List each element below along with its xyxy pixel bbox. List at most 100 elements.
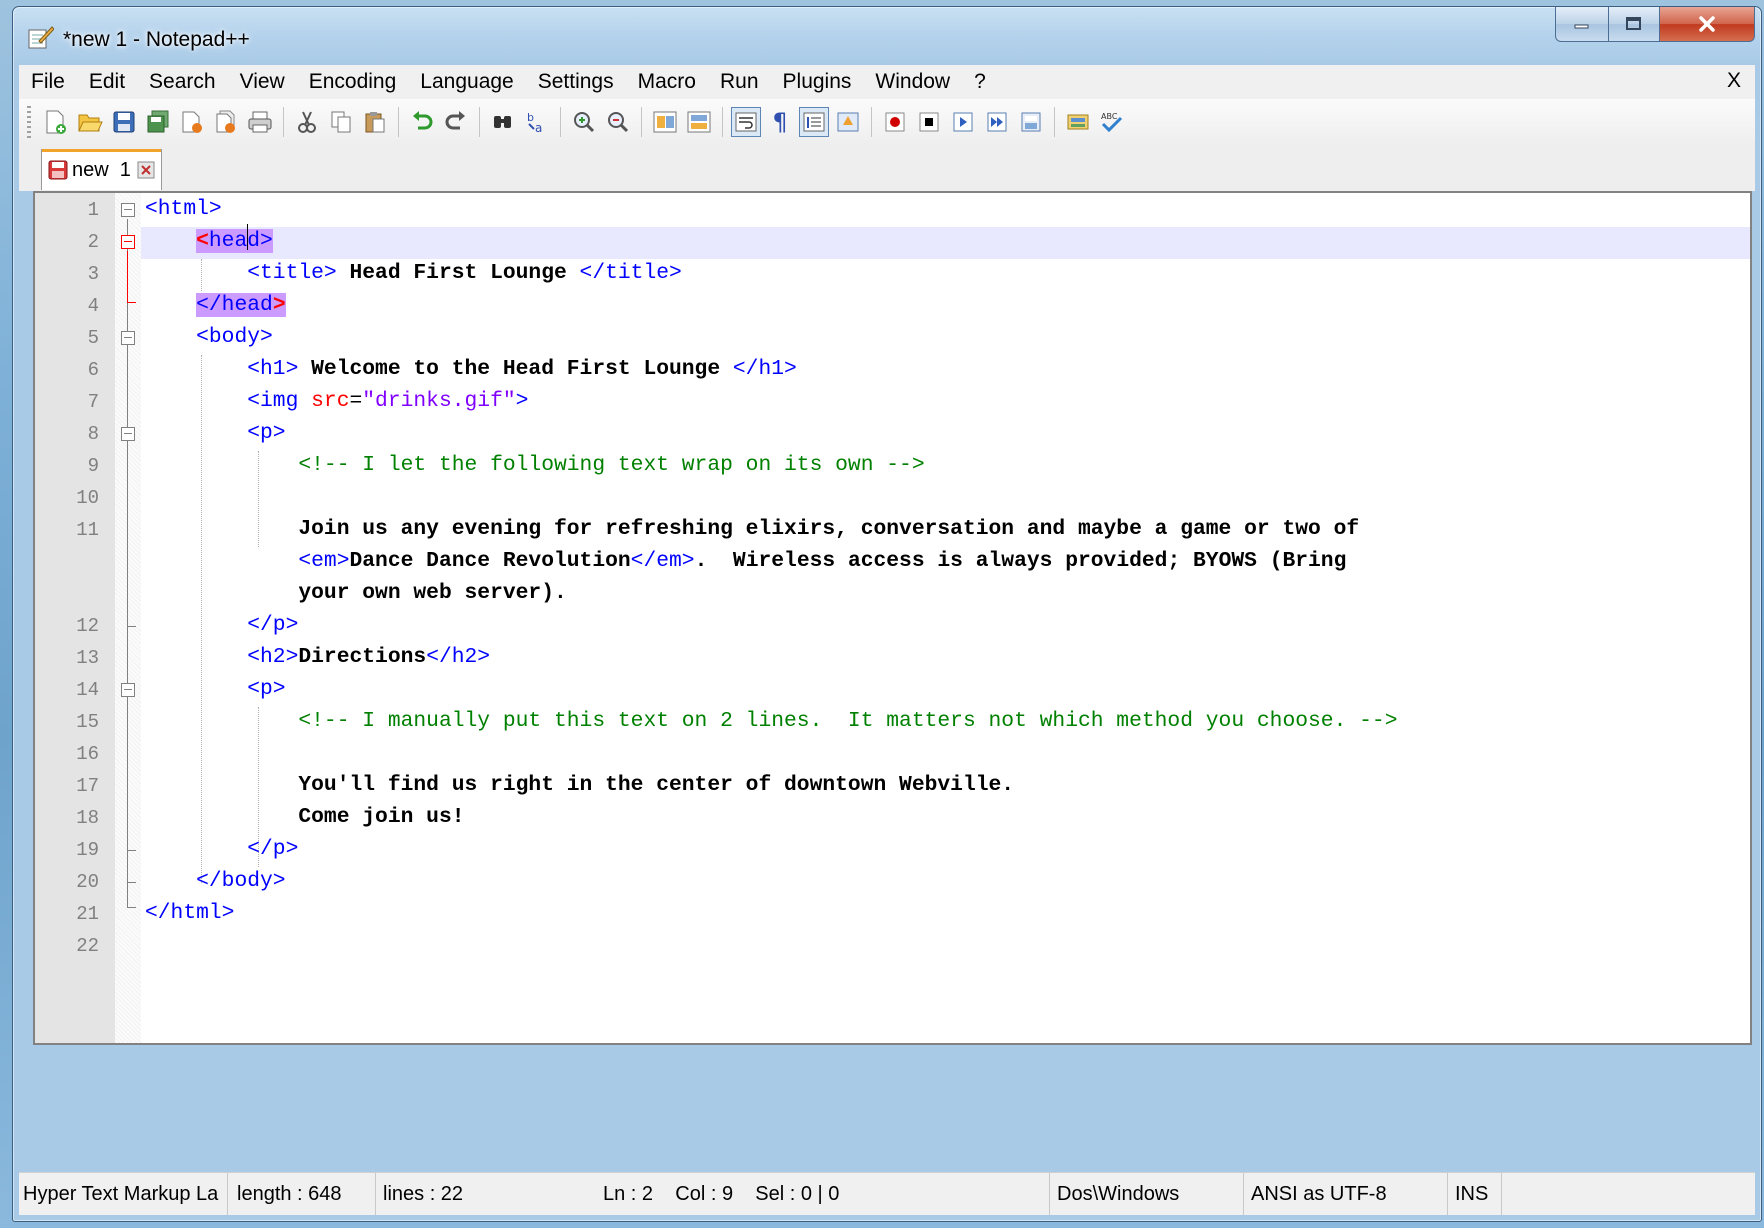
unsaved-file-icon bbox=[48, 160, 68, 180]
line-number: 12 bbox=[76, 615, 99, 637]
minimize-button[interactable] bbox=[1555, 7, 1609, 42]
print-button[interactable] bbox=[245, 107, 275, 137]
menu-window[interactable]: Window bbox=[863, 70, 962, 94]
cut-button[interactable] bbox=[292, 107, 322, 137]
svg-text:a: a bbox=[535, 121, 542, 134]
toolbar-separator bbox=[641, 107, 642, 137]
line-number: 16 bbox=[76, 743, 99, 765]
save-macro-button[interactable] bbox=[1016, 107, 1046, 137]
code-token: </h1> bbox=[732, 357, 797, 381]
code-comment: <!-- I manually put this text on 2 lines… bbox=[298, 709, 1398, 733]
undo-button[interactable] bbox=[407, 107, 437, 137]
menu-search[interactable]: Search bbox=[137, 70, 228, 94]
menu-macro[interactable]: Macro bbox=[626, 70, 708, 94]
code-line: 1 <html> bbox=[35, 195, 1750, 227]
menu-encoding[interactable]: Encoding bbox=[297, 70, 409, 94]
open-file-button[interactable] bbox=[75, 107, 105, 137]
menu-language[interactable]: Language bbox=[408, 70, 525, 94]
find-button[interactable] bbox=[488, 107, 518, 137]
line-number: 10 bbox=[76, 487, 99, 509]
zoom-in-button[interactable] bbox=[569, 107, 599, 137]
save-button[interactable] bbox=[109, 107, 139, 137]
tab-new-1[interactable]: new 1 bbox=[41, 149, 162, 190]
menu-run[interactable]: Run bbox=[708, 70, 771, 94]
close-document-button[interactable]: X bbox=[1727, 69, 1741, 93]
title-bar[interactable]: *new 1 - Notepad++ bbox=[13, 7, 1761, 63]
launch-browser-icon bbox=[1067, 114, 1089, 130]
show-all-characters-icon: ¶ bbox=[772, 108, 788, 136]
notepadpp-window: *new 1 - Notepad++ File Edit Search View… bbox=[12, 6, 1762, 1222]
menu-file[interactable]: File bbox=[19, 70, 77, 94]
tab-bar: new 1 bbox=[19, 145, 1755, 191]
toolbar-separator bbox=[722, 107, 723, 137]
code-token: </html> bbox=[145, 901, 235, 925]
code-line: 19 </p> bbox=[35, 835, 1750, 867]
show-all-characters-button[interactable]: ¶ bbox=[765, 107, 795, 137]
status-cursor-position: Ln : 2 Col : 9 Sel : 0 | 0 bbox=[595, 1173, 1050, 1215]
new-file-button[interactable] bbox=[41, 107, 71, 137]
code-token: </head bbox=[196, 293, 273, 317]
line-number: 7 bbox=[87, 391, 99, 413]
code-token: = bbox=[349, 389, 363, 413]
line-number: 22 bbox=[76, 935, 99, 957]
menu-help[interactable]: ? bbox=[962, 70, 998, 94]
maximize-button[interactable] bbox=[1609, 7, 1660, 42]
close-file-button[interactable] bbox=[177, 107, 207, 137]
paste-icon bbox=[365, 112, 385, 133]
save-all-button[interactable] bbox=[143, 107, 173, 137]
toolbar-grip[interactable] bbox=[27, 106, 31, 138]
close-icon bbox=[182, 111, 202, 133]
sync-horizontal-button[interactable] bbox=[684, 107, 714, 137]
close-all-icon bbox=[216, 110, 235, 133]
status-length: length : 648 bbox=[229, 1173, 376, 1215]
code-line: 14 <p> bbox=[35, 675, 1750, 707]
playback-macro-icon bbox=[953, 112, 973, 132]
stop-recording-button[interactable] bbox=[914, 107, 944, 137]
record-macro-icon bbox=[885, 112, 905, 132]
toolbar-separator bbox=[479, 107, 480, 137]
word-wrap-toggle[interactable] bbox=[731, 107, 761, 137]
code-text: Join us any evening for refreshing elixi… bbox=[298, 517, 1360, 541]
menu-settings[interactable]: Settings bbox=[526, 70, 626, 94]
menu-plugins[interactable]: Plugins bbox=[771, 70, 864, 94]
code-text: Dance Dance Revolution bbox=[349, 549, 631, 573]
code-line: 9 <!-- I let the following text wrap on … bbox=[35, 451, 1750, 483]
close-button[interactable] bbox=[1660, 7, 1755, 42]
copy-button[interactable] bbox=[326, 107, 356, 137]
run-macro-multiple-button[interactable] bbox=[982, 107, 1012, 137]
copy-icon bbox=[331, 111, 351, 133]
playback-macro-button[interactable] bbox=[948, 107, 978, 137]
menu-edit[interactable]: Edit bbox=[77, 70, 137, 94]
code-attribute-value: "drinks.gif" bbox=[362, 389, 516, 413]
line-number: 14 bbox=[76, 679, 99, 701]
status-lines: lines : 22 bbox=[383, 1182, 464, 1205]
zoom-out-button[interactable] bbox=[603, 107, 633, 137]
launch-browser-button[interactable] bbox=[1063, 107, 1093, 137]
record-macro-button[interactable] bbox=[880, 107, 910, 137]
paste-button[interactable] bbox=[360, 107, 390, 137]
user-language-button[interactable] bbox=[833, 107, 863, 137]
maximize-icon bbox=[1626, 17, 1641, 30]
line-number: 21 bbox=[76, 903, 99, 925]
window-title: *new 1 - Notepad++ bbox=[63, 28, 250, 51]
code-line: 17 You'll find us right in the center of… bbox=[35, 771, 1750, 803]
close-all-button[interactable] bbox=[211, 107, 241, 137]
editor-area[interactable]: 1 <html> 2 <hea d> 3 <title> Head First L… bbox=[33, 191, 1752, 1045]
spell-check-button[interactable]: ABC bbox=[1097, 107, 1127, 137]
code-token: </p> bbox=[247, 837, 299, 861]
code-token: d> bbox=[247, 229, 273, 253]
code-line: 11 Join us any evening for refreshing el… bbox=[35, 515, 1750, 547]
user-language-icon bbox=[837, 112, 859, 132]
code-line: 15 <!-- I manually put this text on 2 li… bbox=[35, 707, 1750, 739]
replace-button[interactable]: ba bbox=[522, 107, 552, 137]
menu-view[interactable]: View bbox=[228, 70, 297, 94]
find-icon bbox=[494, 116, 511, 128]
code-token: </h2> bbox=[426, 645, 491, 669]
sync-vertical-button[interactable] bbox=[650, 107, 680, 137]
redo-button[interactable] bbox=[441, 107, 471, 137]
tab-close-icon[interactable] bbox=[137, 161, 155, 179]
indent-guide-toggle[interactable] bbox=[799, 107, 829, 137]
code-token: <html> bbox=[145, 197, 222, 221]
sync-vertical-icon bbox=[653, 111, 677, 133]
print-icon bbox=[248, 111, 272, 133]
